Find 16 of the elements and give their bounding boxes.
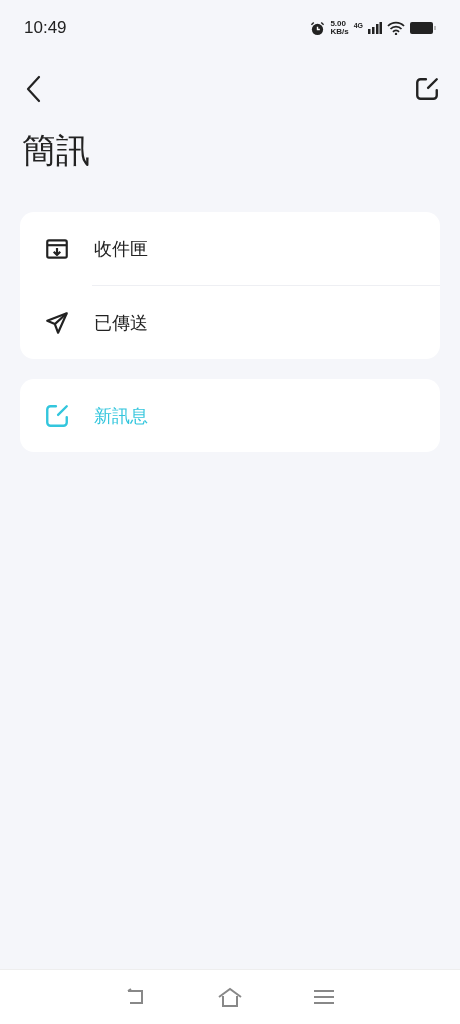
folder-item[interactable]: 收件匣 <box>20 212 440 285</box>
page-title: 簡訊 <box>21 129 91 172</box>
alarm-icon <box>310 20 326 36</box>
home-icon <box>217 987 243 1007</box>
menu-icon <box>313 989 335 1005</box>
compose-icon <box>44 402 70 429</box>
status-time: 10:49 <box>24 18 67 38</box>
network-speed: 5.00 KB/s <box>330 20 349 36</box>
wifi-icon <box>387 21 405 35</box>
compose-icon <box>414 76 440 102</box>
menu-nav-button[interactable] <box>313 989 335 1005</box>
battery-icon <box>410 22 436 34</box>
home-nav-button[interactable] <box>217 987 243 1007</box>
folder-item[interactable]: 已傳送 <box>20 286 440 359</box>
signal-icon <box>368 22 382 34</box>
paper-plane-icon <box>44 309 70 336</box>
